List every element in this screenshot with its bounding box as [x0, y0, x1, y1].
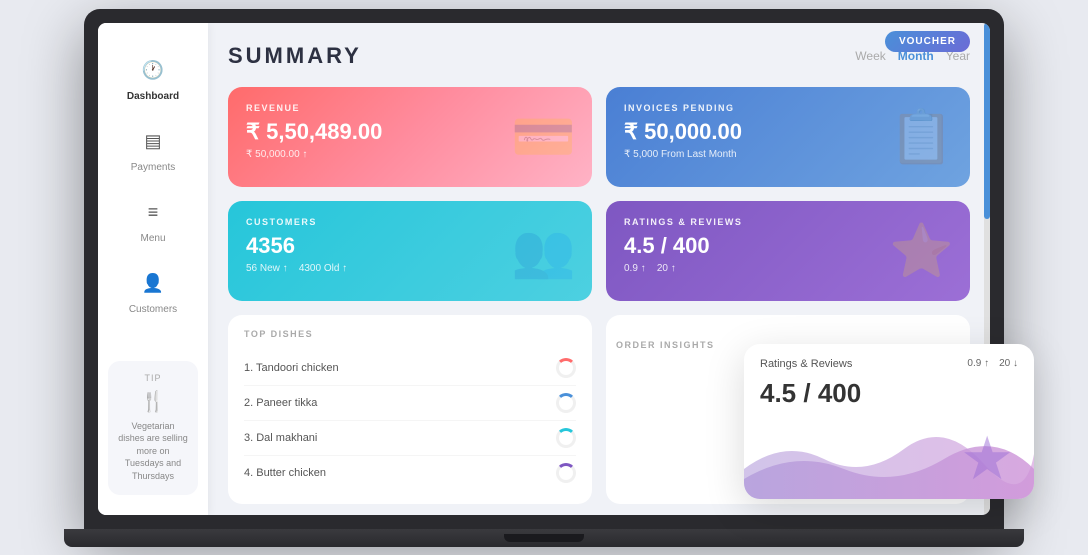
dashboard-icon: 🕐 [137, 55, 169, 87]
customers-card: CUSTOMERS 4356 56 New ↑ 4300 Old ↑ 👥 [228, 201, 592, 301]
summary-cards: REVENUE ₹ 5,50,489.00 ₹ 50,000.00 ↑ 💳 IN… [228, 87, 970, 301]
floating-card-header: Ratings & Reviews 0.9 ↑ 20 ↓ [744, 344, 1034, 378]
laptop-body: 🕐 Dashboard ▤ Payments ≡ Menu 👤 Customer… [84, 9, 1004, 529]
tip-section: TIP 🍴 Vegetarian dishes are selling more… [108, 361, 198, 495]
sidebar-label-menu: Menu [140, 233, 165, 244]
sidebar-item-payments[interactable]: ▤ Payments [98, 114, 208, 185]
sidebar-label-dashboard: Dashboard [127, 91, 179, 102]
revenue-icon-bg: 💳 [511, 106, 576, 167]
top-dishes-title: TOP DISHES [244, 329, 576, 339]
sidebar-item-menu[interactable]: ≡ Menu [98, 185, 208, 256]
floating-card-value: 4.5 / 400 [744, 378, 1034, 419]
sidebar-item-customers[interactable]: 👤 Customers [98, 256, 208, 327]
tip-label: TIP [118, 373, 188, 383]
week-filter[interactable]: Week [855, 49, 885, 63]
payments-icon: ▤ [137, 126, 169, 158]
customers-icon: 👤 [137, 268, 169, 300]
dish-spinner-2 [556, 393, 576, 413]
dish-spinner-3 [556, 428, 576, 448]
ratings-sub2: 20 ↑ [657, 263, 676, 274]
voucher-button[interactable]: VOUCHER [885, 31, 970, 52]
ratings-sub1: 0.9 ↑ [624, 263, 646, 274]
ratings-icon-bg: ⭐ [889, 220, 954, 281]
dish-spinner-4 [556, 463, 576, 483]
dish-item-2: 2. Paneer tikka [244, 386, 576, 421]
laptop-wrapper: 🕐 Dashboard ▤ Payments ≡ Menu 👤 Customer… [44, 8, 1044, 548]
floating-card-stats: 0.9 ↑ 20 ↓ [967, 358, 1018, 369]
page-title: SUMMARY [228, 43, 362, 69]
dish-item-1: 1. Tandoori chicken [244, 351, 576, 386]
floating-ratings-card: Ratings & Reviews 0.9 ↑ 20 ↓ 4.5 / 400 [744, 344, 1034, 499]
scrollbar-thumb [984, 23, 990, 220]
tip-text: Vegetarian dishes are selling more on Tu… [118, 420, 188, 483]
floating-star-icon: ★ [960, 424, 1014, 494]
dish-name-2: 2. Paneer tikka [244, 397, 317, 409]
customers-icon-bg: 👥 [511, 220, 576, 281]
invoices-icon-bg: 📋 [889, 106, 954, 167]
revenue-card: REVENUE ₹ 5,50,489.00 ₹ 50,000.00 ↑ 💳 [228, 87, 592, 187]
floating-stat1: 0.9 ↑ [967, 358, 989, 369]
ratings-card: RATINGS & REVIEWS 4.5 / 400 0.9 ↑ 20 ↑ ⭐ [606, 201, 970, 301]
floating-stat2: 20 ↓ [999, 358, 1018, 369]
laptop-base [64, 529, 1024, 547]
customers-old: 4300 Old ↑ [299, 263, 347, 274]
dish-item-3: 3. Dal makhani [244, 421, 576, 456]
tip-icon: 🍴 [118, 389, 188, 414]
dish-name-4: 4. Butter chicken [244, 467, 326, 479]
sidebar-label-customers: Customers [129, 304, 177, 315]
floating-card-wave: ★ [744, 419, 1034, 499]
order-insights-title: ORDER INSIGHTS [616, 340, 715, 350]
invoices-card: INVOICES PENDING ₹ 50,000.00 ₹ 5,000 Fro… [606, 87, 970, 187]
top-dishes-card: TOP DISHES 1. Tandoori chicken 2. Paneer… [228, 315, 592, 504]
menu-icon: ≡ [137, 197, 169, 229]
page-header: SUMMARY Week Month Year [228, 43, 970, 69]
dish-name-3: 3. Dal makhani [244, 432, 317, 444]
sidebar: 🕐 Dashboard ▤ Payments ≡ Menu 👤 Customer… [98, 23, 208, 515]
dish-name-1: 1. Tandoori chicken [244, 362, 339, 374]
dish-spinner-1 [556, 358, 576, 378]
sidebar-label-payments: Payments [131, 162, 175, 173]
sidebar-item-dashboard[interactable]: 🕐 Dashboard [98, 43, 208, 114]
customers-new: 56 New ↑ [246, 263, 288, 274]
dish-item-4: 4. Butter chicken [244, 456, 576, 490]
floating-card-title: Ratings & Reviews [760, 358, 852, 370]
laptop-notch [504, 534, 584, 542]
